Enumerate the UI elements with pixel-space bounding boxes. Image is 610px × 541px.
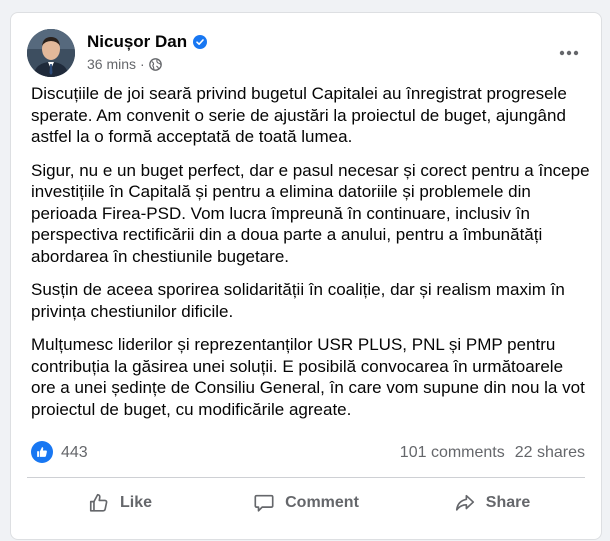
more-options-button[interactable] bbox=[553, 37, 585, 69]
post-paragraph: Mulțumesc liderilor și reprezentanților … bbox=[31, 335, 585, 419]
avatar[interactable] bbox=[27, 29, 75, 77]
post-paragraph: Sigur, nu e un buget perfect, dar e pasu… bbox=[31, 160, 590, 266]
comment-bubble-icon bbox=[254, 494, 274, 512]
globe-icon[interactable] bbox=[148, 57, 162, 71]
meta-separator: · bbox=[140, 56, 145, 72]
reaction-count[interactable]: 443 bbox=[61, 444, 88, 462]
engagement-counts: 101 comments 22 shares bbox=[400, 444, 585, 462]
author-row: Nicușor Dan bbox=[87, 32, 208, 52]
comment-label: Comment bbox=[285, 494, 359, 511]
more-dots-icon bbox=[559, 50, 579, 56]
post-card: Nicușor Dan 36 mins · Discuțiile de joi … bbox=[10, 12, 602, 540]
post-paragraph: Discuțiile de joi seară privind bugetul … bbox=[31, 84, 567, 146]
action-divider bbox=[27, 477, 585, 478]
comments-count[interactable]: 101 comments bbox=[400, 444, 505, 462]
like-reaction-icon[interactable] bbox=[31, 441, 53, 463]
post-header: Nicușor Dan 36 mins · bbox=[27, 29, 585, 77]
like-label: Like bbox=[119, 494, 152, 511]
share-button[interactable]: Share bbox=[399, 481, 585, 525]
verified-badge-icon bbox=[193, 35, 208, 49]
post-paragraph: Susțin de aceea sporirea solidarității î… bbox=[31, 280, 565, 321]
post-stats: 443 101 comments 22 shares bbox=[31, 441, 585, 465]
comment-button[interactable]: Comment bbox=[213, 481, 399, 525]
post-meta: 36 mins · bbox=[87, 56, 162, 72]
share-arrow-icon bbox=[455, 494, 474, 511]
post-timestamp[interactable]: 36 mins bbox=[87, 56, 136, 72]
like-button[interactable]: Like bbox=[27, 481, 213, 525]
thumbs-up-icon bbox=[89, 493, 108, 512]
share-label: Share bbox=[485, 494, 531, 511]
author-name[interactable]: Nicușor Dan bbox=[87, 32, 187, 52]
shares-count[interactable]: 22 shares bbox=[515, 444, 585, 462]
post-actions: Like Comment Share bbox=[27, 481, 585, 525]
post-body: Discuțiile de joi seară privind bugetul … bbox=[31, 83, 591, 432]
